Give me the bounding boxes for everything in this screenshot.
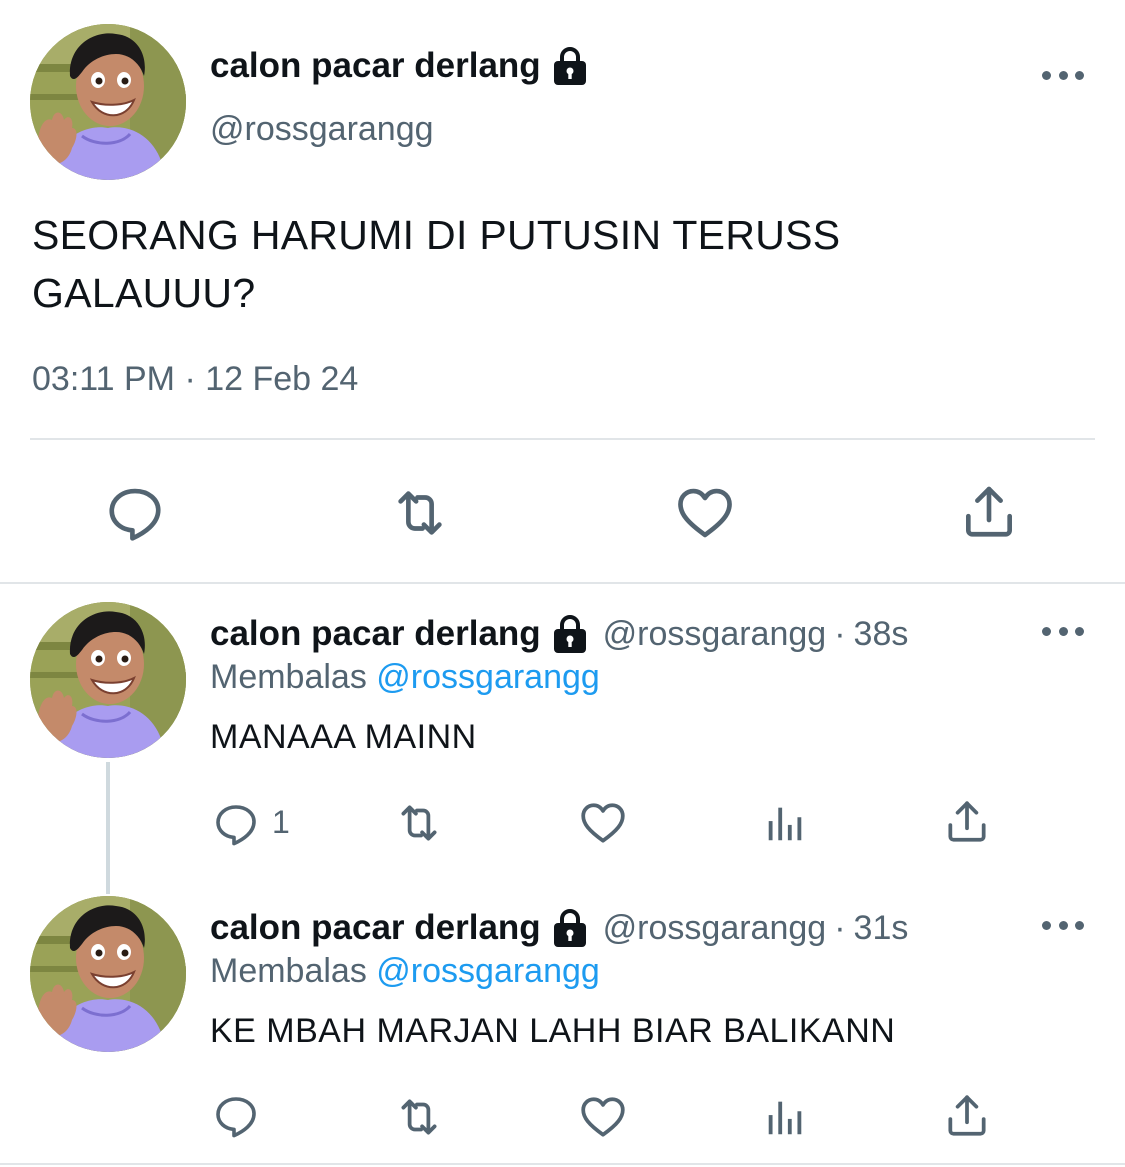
main-tweet-text-line: SEORANG HARUMI DI PUTUSIN TERUSS: [32, 212, 841, 258]
divider: [30, 438, 1095, 440]
reply-count: 1: [272, 804, 290, 840]
replying-to: Membalas @rossgarangg: [210, 658, 600, 697]
mention-link[interactable]: @rossgarangg: [376, 952, 600, 990]
main-timestamp[interactable]: 03:11 PM · 12 Feb 24: [32, 360, 358, 399]
more-options-icon[interactable]: [1042, 918, 1084, 932]
lock-icon: [551, 908, 589, 948]
reply-display-name[interactable]: calon pacar derlang: [210, 908, 541, 948]
share-icon[interactable]: [956, 480, 1022, 542]
lock-icon: [551, 614, 589, 654]
reply-avatar[interactable]: [30, 896, 186, 1052]
reply-header: calon pacar derlang @rossgarangg · 31s: [210, 908, 908, 948]
like-icon[interactable]: [674, 482, 736, 544]
reply-handle[interactable]: @rossgarangg: [603, 909, 827, 948]
reply-time[interactable]: 31s: [854, 909, 909, 948]
reply-header: calon pacar derlang @rossgarangg · 38s: [210, 614, 908, 654]
like-icon[interactable]: [578, 798, 628, 848]
share-icon[interactable]: [942, 796, 992, 846]
reply-icon[interactable]: [212, 800, 260, 848]
reply-icon[interactable]: [212, 1092, 260, 1140]
reply-text: KE MBAH MARJAN LAHH BIAR BALIKANN: [210, 1012, 896, 1050]
more-options-icon[interactable]: [1042, 624, 1084, 638]
main-tweet-text: SEORANG HARUMI DI PUTUSIN TERUSS GALAUUU…: [32, 206, 1092, 322]
main-display-name-text[interactable]: calon pacar derlang: [210, 46, 541, 86]
main-display-name[interactable]: calon pacar derlang: [210, 46, 589, 86]
main-tweet-text-line: GALAUUU?: [32, 270, 256, 316]
reply-time[interactable]: 38s: [854, 615, 909, 654]
thread-connector: [106, 762, 110, 894]
main-handle[interactable]: @rossgarangg: [210, 110, 434, 149]
reply-avatar[interactable]: [30, 602, 186, 758]
retweet-icon[interactable]: [392, 798, 446, 848]
tweet-thread: calon pacar derlang @rossgarangg SEORANG…: [0, 0, 1125, 1167]
views-icon[interactable]: [762, 800, 808, 846]
reply-icon[interactable]: [104, 482, 166, 544]
share-icon[interactable]: [942, 1090, 992, 1140]
divider: [0, 582, 1125, 584]
more-options-icon[interactable]: [1042, 68, 1084, 82]
main-avatar[interactable]: [30, 24, 186, 180]
lock-icon: [551, 46, 589, 86]
reply-text: MANAAA MAINN: [210, 718, 477, 756]
retweet-icon[interactable]: [386, 482, 454, 544]
replying-label: Membalas: [210, 952, 367, 990]
retweet-icon[interactable]: [392, 1092, 446, 1142]
divider: [0, 1163, 1125, 1165]
views-icon[interactable]: [762, 1094, 808, 1140]
reply-handle[interactable]: @rossgarangg: [603, 615, 827, 654]
like-icon[interactable]: [578, 1092, 628, 1142]
reply-display-name[interactable]: calon pacar derlang: [210, 614, 541, 654]
replying-to: Membalas @rossgarangg: [210, 952, 600, 991]
separator: ·: [834, 614, 846, 653]
mention-link[interactable]: @rossgarangg: [376, 658, 600, 696]
replying-label: Membalas: [210, 658, 367, 696]
separator: ·: [834, 908, 846, 947]
